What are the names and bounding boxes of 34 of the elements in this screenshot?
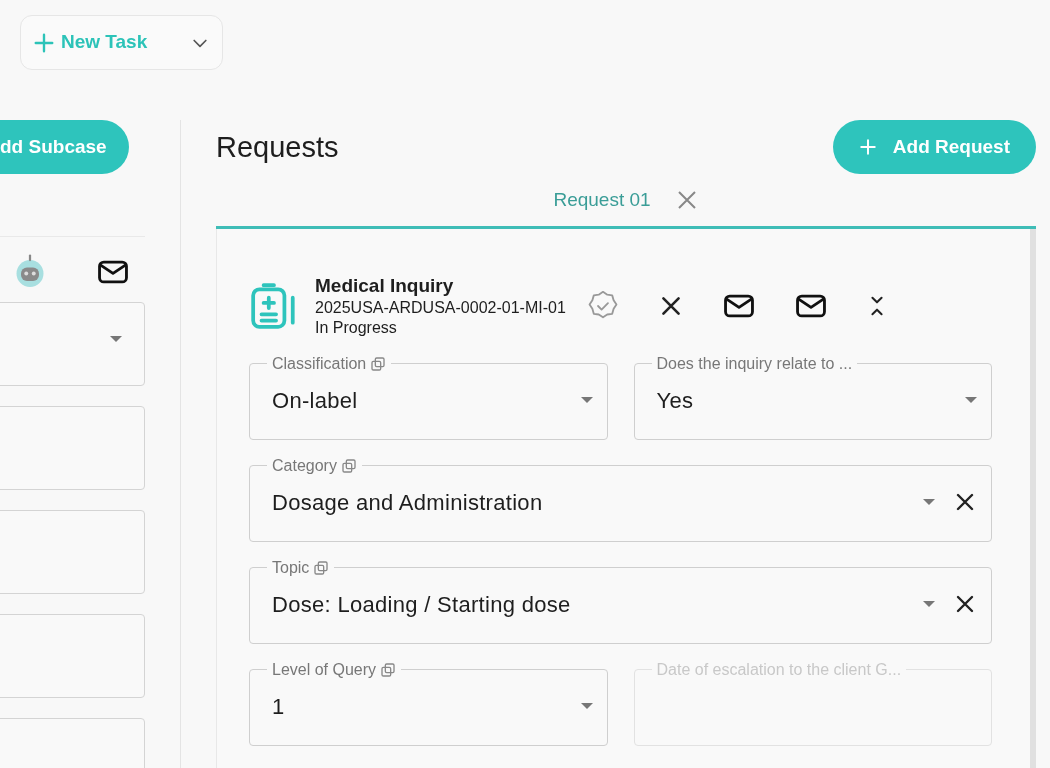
field-value: Dosage and Administration	[272, 488, 544, 517]
field-value: On-label	[272, 386, 359, 415]
plus-icon	[858, 138, 877, 156]
field-value: Dose: Loading / Starting dose	[272, 590, 572, 619]
copy-icon[interactable]	[340, 457, 357, 474]
caret-icon	[965, 397, 977, 404]
select-field[interactable]: Category Dosage and Administration	[249, 457, 992, 542]
plus-icon	[33, 31, 55, 54]
select-field[interactable]: Level of Query 1	[249, 661, 608, 746]
field-label: Classification	[272, 355, 367, 372]
select-field[interactable]	[0, 302, 145, 386]
field-value: Yes	[656, 386, 695, 415]
caret-icon	[580, 703, 593, 710]
copy-icon[interactable]	[380, 661, 397, 678]
request-type: Medical Inquiry	[315, 274, 455, 298]
caret-icon	[923, 499, 935, 506]
field-label: Does the inquiry relate to ...	[656, 355, 853, 372]
select-field[interactable]: Classification On-label	[249, 355, 608, 440]
caret-icon	[580, 397, 593, 404]
field-value: 1	[272, 692, 286, 721]
input-field[interactable]	[0, 614, 145, 698]
select-field[interactable]: Topic Dose: Loading / Starting dose	[249, 559, 992, 644]
copy-icon[interactable]	[370, 355, 387, 372]
caret-icon	[923, 601, 935, 608]
field-label: Level of Query	[272, 661, 377, 678]
field-label: Topic	[272, 559, 310, 576]
select-field[interactable]: Does the inquiry relate to ... Yes	[633, 355, 992, 440]
input-field[interactable]	[0, 406, 145, 490]
copy-icon[interactable]	[313, 559, 330, 576]
request-status: In Progress	[315, 317, 398, 338]
section-title: Requests	[216, 129, 339, 165]
field-label: Category	[272, 457, 337, 474]
input-field[interactable]	[0, 510, 145, 594]
request-id: 2025USA-ARDUSA-0002-01-MI-01	[315, 297, 566, 318]
